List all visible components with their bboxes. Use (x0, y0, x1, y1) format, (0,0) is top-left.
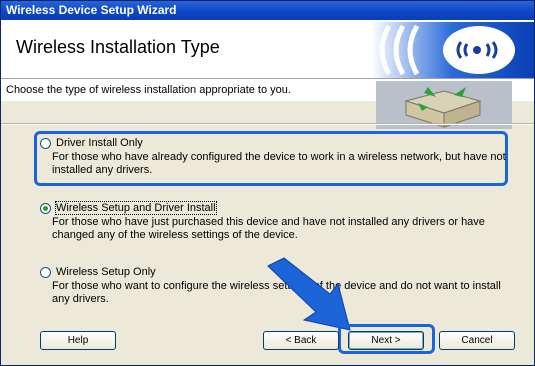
option-wireless-setup-and-driver[interactable]: Wireless Setup and Driver Install For th… (40, 201, 500, 246)
option-driver-install-only[interactable]: Driver Install Only For those who have a… (40, 137, 506, 181)
instruction-text: Choose the type of wireless installation… (6, 84, 291, 96)
window-titlebar: Wireless Device Setup Wizard (1, 1, 534, 20)
driver-install-only-description: For those who have already configured th… (52, 151, 506, 176)
wireless-logo-icon (371, 22, 534, 78)
next-button[interactable]: Next > (348, 331, 424, 350)
help-button[interactable]: Help (40, 331, 116, 350)
back-button[interactable]: < Back (263, 331, 339, 350)
wireless-setup-and-driver-description: For those who have just purchased this d… (52, 216, 485, 241)
page-title: Wireless Installation Type (16, 37, 220, 57)
driver-install-only-label[interactable]: Driver Install Only (56, 137, 143, 149)
wireless-setup-only-radio[interactable] (40, 267, 51, 278)
driver-install-only-radio[interactable] (40, 138, 51, 149)
cancel-button[interactable]: Cancel (439, 331, 515, 350)
divider (1, 123, 534, 125)
wireless-setup-and-driver-label[interactable]: Wireless Setup and Driver Install (55, 201, 217, 215)
wireless-setup-and-driver-radio[interactable] (40, 203, 51, 214)
wizard-header: Wireless Installation Type (1, 20, 534, 79)
wireless-setup-only-label[interactable]: Wireless Setup Only (56, 266, 156, 278)
device-box-icon (376, 81, 512, 129)
wizard-window: Wireless Device Setup Wizard Wireless In… (0, 0, 535, 366)
